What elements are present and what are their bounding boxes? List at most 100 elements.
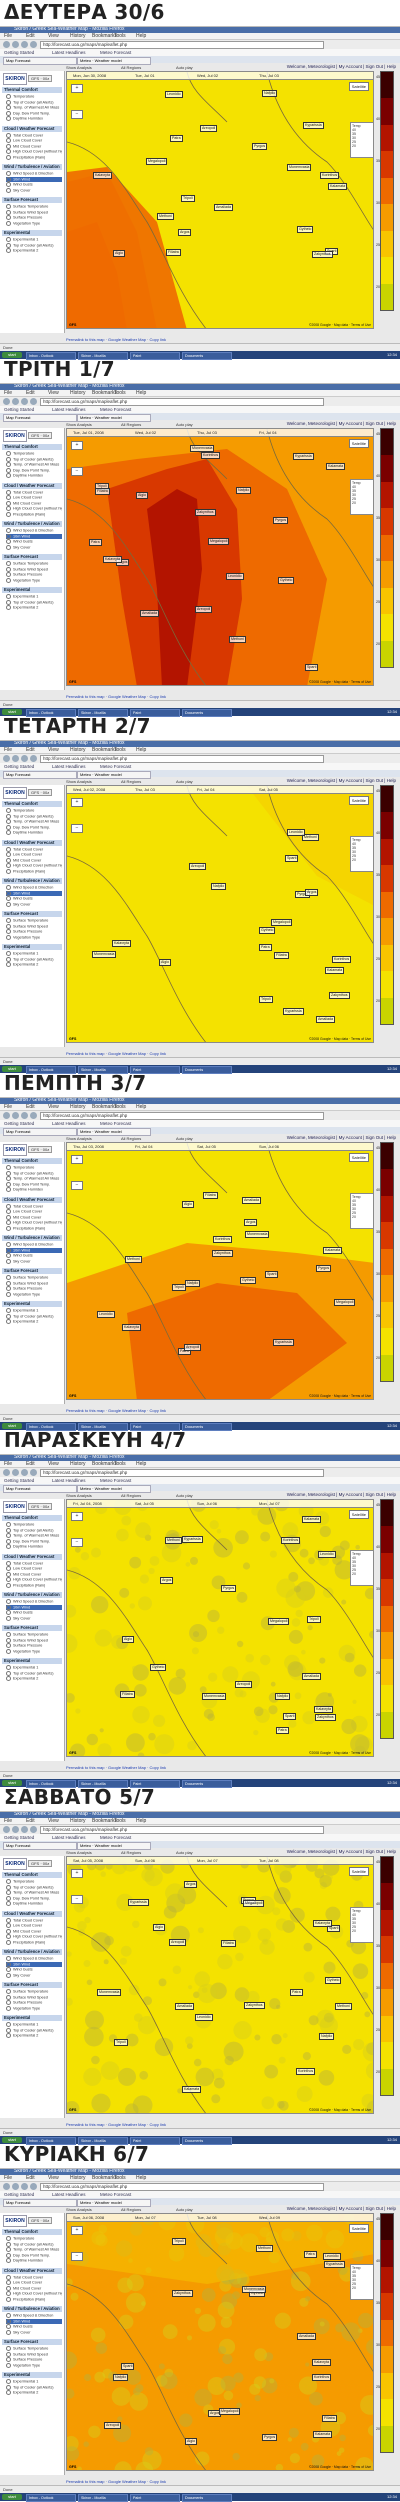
radio-icon[interactable]	[6, 1577, 11, 1582]
radio-icon[interactable]	[6, 1280, 11, 1286]
layer-option[interactable]: Sky Cover	[6, 1615, 62, 1621]
radio-icon[interactable]	[6, 1989, 11, 1994]
place-label[interactable]: Kyparissia	[303, 122, 324, 129]
time-step[interactable]: Mon, Jul 07	[135, 2215, 156, 2220]
radio-icon[interactable]	[6, 1895, 11, 1901]
place-label[interactable]: Patra	[290, 1989, 303, 1996]
menu-item[interactable]: File	[4, 747, 12, 753]
radio-icon[interactable]	[6, 511, 11, 517]
back-button[interactable]	[3, 2183, 10, 2190]
browser-tab[interactable]: Map Forecast	[3, 1842, 77, 1850]
place-label[interactable]: Patra	[170, 135, 183, 142]
place-label[interactable]: Nafplio	[236, 487, 252, 494]
map-toolbar-option[interactable]: Auto play	[176, 779, 193, 784]
layer-option[interactable]: Precipitation (Rain)	[6, 511, 62, 517]
layer-option[interactable]: Precipitation (Rain)	[6, 868, 62, 874]
reload-button[interactable]	[21, 1826, 28, 1833]
layer-option[interactable]: Daytime Humidex	[6, 2258, 62, 2263]
radio-icon[interactable]	[6, 2346, 11, 2351]
radio-icon[interactable]	[6, 2274, 11, 2280]
time-step[interactable]: Thu, Jul 03	[197, 430, 217, 435]
time-step[interactable]: Fri, Jul 04	[197, 787, 215, 792]
radio-icon[interactable]	[6, 1286, 11, 1291]
place-label[interactable]: Zakynthos	[212, 1250, 233, 1257]
browser-tab[interactable]: Meteo · Weather model	[77, 57, 151, 65]
map-toolbar-option[interactable]: All Regions	[121, 2207, 141, 2212]
radio-icon[interactable]	[6, 1599, 11, 1604]
radio-icon[interactable]	[6, 1917, 11, 1923]
section-heading[interactable]: Surface Forecast	[2, 197, 62, 203]
menu-item[interactable]: Help	[136, 1818, 146, 1824]
time-step[interactable]: Wed, Jul 02, 2008	[73, 787, 105, 792]
place-label[interactable]: Tripoli	[172, 2238, 186, 2245]
layer-option[interactable]: Temperature	[6, 94, 62, 99]
menu-item[interactable]: View	[48, 33, 59, 39]
radio-icon[interactable]	[6, 110, 11, 116]
radio-icon[interactable]	[6, 572, 11, 577]
menu-item[interactable]: Tools	[114, 390, 126, 396]
layer-option[interactable]: Experimental 1	[6, 1665, 62, 1670]
model-run-button[interactable]: GFS · 00z	[28, 75, 53, 82]
home-button[interactable]	[30, 398, 37, 405]
radio-icon[interactable]	[6, 94, 11, 99]
browser-tab[interactable]: Meteo · Weather model	[77, 1485, 151, 1493]
layer-option[interactable]: Temperature	[6, 1165, 62, 1170]
menu-item[interactable]: View	[48, 390, 59, 396]
weather-map[interactable]: Tue, Jul 01, 2008 Wed, Jul 02 Thu, Jul 03 F…	[66, 428, 374, 686]
menu-item[interactable]: View	[48, 1104, 59, 1110]
menu-item[interactable]: Tools	[114, 2175, 126, 2181]
layer-option[interactable]: Daytime Humidex	[6, 830, 62, 835]
menu-item[interactable]: Tools	[114, 33, 126, 39]
bookmark-link[interactable]: Meteo Forecast	[100, 763, 131, 770]
place-label[interactable]: Korinthos	[320, 172, 340, 179]
section-heading[interactable]: Surface Forecast	[2, 911, 62, 917]
layer-option[interactable]: Surface Wind Speed	[6, 923, 62, 929]
place-label[interactable]: Kalavryta	[93, 172, 112, 179]
layer-option[interactable]: Wind Gusts	[6, 539, 62, 544]
radio-icon[interactable]	[6, 599, 11, 605]
place-label[interactable]: Filiatra	[274, 952, 289, 959]
section-heading[interactable]: Thermal Comfort	[2, 1872, 62, 1878]
radio-icon[interactable]	[6, 1934, 11, 1939]
section-heading[interactable]: Surface Forecast	[2, 2339, 62, 2345]
model-run-button[interactable]: GFS · 00z	[28, 1503, 53, 1510]
map-type-button[interactable]: Satellite	[348, 796, 369, 805]
radio-icon[interactable]	[6, 830, 11, 835]
forward-button[interactable]	[12, 41, 19, 48]
back-button[interactable]	[3, 41, 10, 48]
section-heading[interactable]: Experimental	[2, 1658, 62, 1664]
place-label[interactable]: Kyparissia	[283, 1008, 304, 1015]
radio-icon[interactable]	[6, 149, 11, 154]
radio-icon[interactable]	[6, 209, 11, 215]
place-label[interactable]: Leonidio	[195, 2014, 213, 2021]
radio-icon[interactable]	[6, 846, 11, 852]
layer-option[interactable]: High Cloud Cover (without high)	[6, 1577, 62, 1582]
menu-item[interactable]: File	[4, 390, 12, 396]
place-label[interactable]: Zakynthos	[244, 2002, 265, 2009]
zoom-in-button[interactable]: +	[71, 441, 83, 450]
radio-icon[interactable]	[6, 2384, 11, 2390]
section-heading[interactable]: Wind / Turbulence / Aviation	[2, 1949, 62, 1955]
radio-icon[interactable]	[6, 2313, 11, 2318]
layer-option[interactable]: 10m Wind	[6, 1961, 62, 1967]
radio-icon[interactable]	[6, 896, 11, 901]
radio-icon[interactable]	[6, 2241, 11, 2247]
time-slider[interactable]: Sat, Jul 05, 2008 Sun, Jul 06 Mon, Jul 07 T…	[67, 1857, 373, 1865]
radio-icon[interactable]	[6, 1890, 11, 1895]
place-label[interactable]: Kalavryta	[312, 2359, 331, 2366]
radio-icon[interactable]	[6, 1928, 11, 1934]
radio-icon[interactable]	[6, 1187, 11, 1192]
radio-icon[interactable]	[6, 1291, 11, 1297]
radio-icon[interactable]	[6, 2280, 11, 2285]
radio-icon[interactable]	[6, 951, 11, 956]
layer-option[interactable]: Total Cloud Cover	[6, 2274, 62, 2280]
layer-option[interactable]: Experimental 1	[6, 237, 62, 242]
section-heading[interactable]: Cloud / Weather Forecast	[2, 1196, 62, 1203]
place-label[interactable]: Kalavryta	[314, 1706, 333, 1713]
place-label[interactable]: Megalopoli	[208, 538, 230, 545]
layer-option[interactable]: High Cloud Cover (without high)	[6, 2291, 62, 2296]
layer-option[interactable]: 10m Wind	[6, 176, 62, 182]
place-label[interactable]: Zakynthos	[315, 1714, 336, 1721]
map-toolbar-option[interactable]: All Regions	[121, 1850, 141, 1855]
place-label[interactable]: Leonidio	[97, 1311, 115, 1318]
